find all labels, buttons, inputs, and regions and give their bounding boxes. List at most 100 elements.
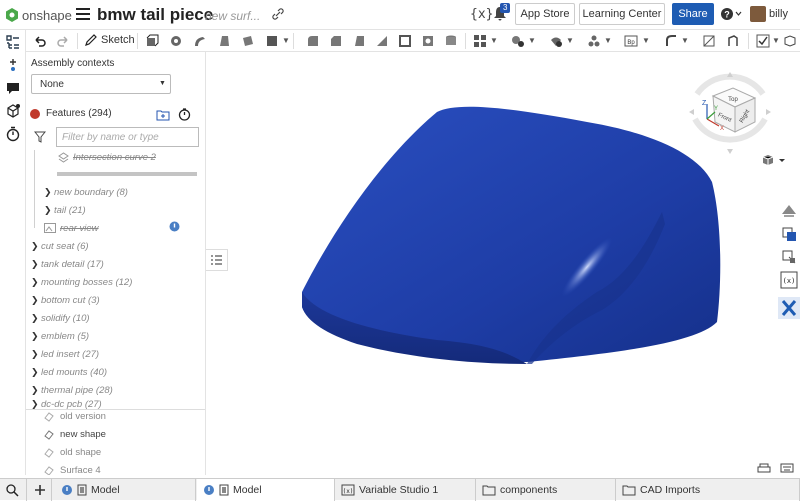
share-button[interactable]: Share: [672, 3, 714, 25]
sweep-icon[interactable]: [193, 34, 207, 48]
transform-icon[interactable]: [587, 34, 601, 48]
assembly-context-select[interactable]: None: [31, 74, 171, 94]
feature-filter-input[interactable]: Filter by name or type: [56, 127, 199, 147]
feature-folder-row[interactable]: ❯ led insert (27): [26, 345, 205, 363]
tab-manager-icon[interactable]: [6, 483, 22, 497]
bounding-plane-icon[interactable]: Bp: [624, 34, 638, 48]
appearance-icon[interactable]: [780, 202, 798, 220]
chevron-right-icon[interactable]: ❯: [31, 277, 41, 288]
feature-row[interactable]: Intersection curve 2: [26, 148, 205, 166]
units-icon[interactable]: [757, 462, 771, 474]
bmw-tail-piece-model[interactable]: [302, 106, 721, 364]
part-row[interactable]: old version: [44, 411, 106, 422]
redo-icon[interactable]: [56, 34, 70, 48]
loft-icon[interactable]: [217, 34, 231, 48]
shell-icon[interactable]: [398, 34, 412, 48]
boolean-icon[interactable]: [511, 34, 525, 48]
chevron-right-icon[interactable]: ❯: [31, 259, 41, 270]
chevron-down-icon[interactable]: ▼: [159, 80, 166, 87]
toggle-list-button[interactable]: [206, 249, 228, 271]
feature-folder-row[interactable]: ❯ bottom cut (3): [26, 291, 205, 309]
chevron-right-icon[interactable]: ❯: [31, 295, 41, 306]
check-icon[interactable]: [756, 34, 770, 48]
chevron-right-icon[interactable]: ❯: [31, 313, 41, 324]
chevron-right-icon[interactable]: ❯: [31, 367, 41, 378]
variables-button[interactable]: {x}: [470, 7, 493, 22]
tab-cad-imports-folder[interactable]: CAD Imports: [616, 479, 800, 501]
link-icon[interactable]: [272, 8, 284, 20]
chevron-right-icon[interactable]: ❯: [44, 187, 54, 198]
view-mode-icon[interactable]: [761, 153, 789, 167]
feature-folder-row[interactable]: ❯ thermal pipe (28): [26, 381, 205, 399]
chevron-down-icon[interactable]: ▼: [681, 36, 689, 45]
add-insert-icon[interactable]: [5, 57, 21, 73]
feature-folder-row[interactable]: ❯ emblem (5): [26, 327, 205, 345]
chevron-right-icon[interactable]: ❯: [31, 399, 41, 409]
learning-center-button[interactable]: Learning Center: [579, 3, 665, 25]
user-avatar[interactable]: [750, 6, 766, 22]
hole-icon[interactable]: [421, 34, 435, 48]
mate-connectors-icon[interactable]: [780, 248, 798, 266]
parts-icon[interactable]: [5, 103, 21, 119]
feature-folder-row[interactable]: ❯ led mounts (40): [26, 363, 205, 381]
graphics-viewport[interactable]: Top Front Right Z X Y (x): [207, 52, 800, 475]
chevron-down-icon[interactable]: ▼: [490, 36, 498, 45]
cylinder-icon[interactable]: [444, 34, 458, 48]
add-folder-icon[interactable]: [156, 109, 170, 121]
tab-model-1[interactable]: Model: [55, 479, 196, 501]
rib-icon[interactable]: [375, 34, 389, 48]
menu-icon[interactable]: [76, 8, 90, 20]
rollback-bar[interactable]: [57, 172, 197, 176]
draft-icon[interactable]: [352, 34, 366, 48]
part-row[interactable]: Surface 4: [44, 465, 101, 475]
custom-tool-button[interactable]: [778, 297, 800, 319]
onshape-logo[interactable]: onshape: [6, 6, 72, 24]
enclose-icon[interactable]: [265, 34, 279, 48]
user-name[interactable]: billy: [769, 8, 788, 20]
section-view-icon[interactable]: [702, 34, 716, 48]
add-tab-button[interactable]: [26, 479, 52, 501]
chevron-right-icon[interactable]: ❯: [31, 241, 41, 252]
history-icon[interactable]: [5, 126, 21, 142]
fillet-icon[interactable]: [306, 34, 320, 48]
viewcube-top-label[interactable]: Top: [728, 97, 738, 103]
features-count-label[interactable]: Features (294): [46, 108, 112, 119]
filter-icon[interactable]: [34, 131, 46, 143]
app-store-button[interactable]: App Store: [515, 3, 575, 25]
help-icon[interactable]: ?: [720, 7, 742, 21]
info-icon[interactable]: [169, 221, 180, 232]
tab-model-2[interactable]: Model: [197, 479, 335, 501]
measure-icon[interactable]: [726, 34, 740, 48]
part-row[interactable]: old shape: [44, 447, 101, 458]
feature-folder-row[interactable]: ❯ solidify (10): [26, 309, 205, 327]
error-icon[interactable]: [30, 108, 40, 119]
comments-icon[interactable]: [5, 80, 21, 96]
keyboard-icon[interactable]: [780, 462, 794, 474]
chevron-right-icon[interactable]: ❯: [31, 349, 41, 360]
feature-folder-row[interactable]: ❯ dc-dc pcb (27): [26, 399, 205, 409]
chevron-down-icon[interactable]: ▼: [642, 36, 650, 45]
configurations-icon[interactable]: [780, 225, 798, 243]
undo-icon[interactable]: [33, 34, 47, 48]
variables-panel-icon[interactable]: (x): [780, 271, 798, 289]
part-row[interactable]: new shape: [44, 429, 106, 440]
chevron-right-icon[interactable]: ❯: [44, 205, 54, 216]
thicken-icon[interactable]: [241, 34, 255, 48]
feature-folder-row[interactable]: ❯ mounting bosses (12): [26, 273, 205, 291]
tab-variable-studio[interactable]: (x) Variable Studio 1: [335, 479, 476, 501]
extrude-icon[interactable]: [145, 34, 159, 48]
feature-folder-row[interactable]: ❯ tail (21): [26, 201, 205, 219]
feature-folder-row[interactable]: ❯ new boundary (8): [26, 183, 205, 201]
view-cube[interactable]: Top Front Right Z X Y: [685, 64, 775, 159]
rollback-timer-icon[interactable]: [178, 108, 191, 121]
document-workspace-name[interactable]: new surf...: [205, 9, 260, 23]
tab-components-folder[interactable]: components: [476, 479, 616, 501]
chevron-down-icon[interactable]: ▼: [282, 36, 290, 45]
curve-icon[interactable]: [664, 34, 678, 48]
panel-divider[interactable]: [26, 409, 205, 410]
custom-features-icon[interactable]: [783, 34, 797, 48]
chevron-right-icon[interactable]: ❯: [31, 331, 41, 342]
revolve-icon[interactable]: [169, 34, 183, 48]
feature-list-icon[interactable]: [5, 34, 21, 50]
sketch-button[interactable]: Sketch: [84, 33, 135, 47]
